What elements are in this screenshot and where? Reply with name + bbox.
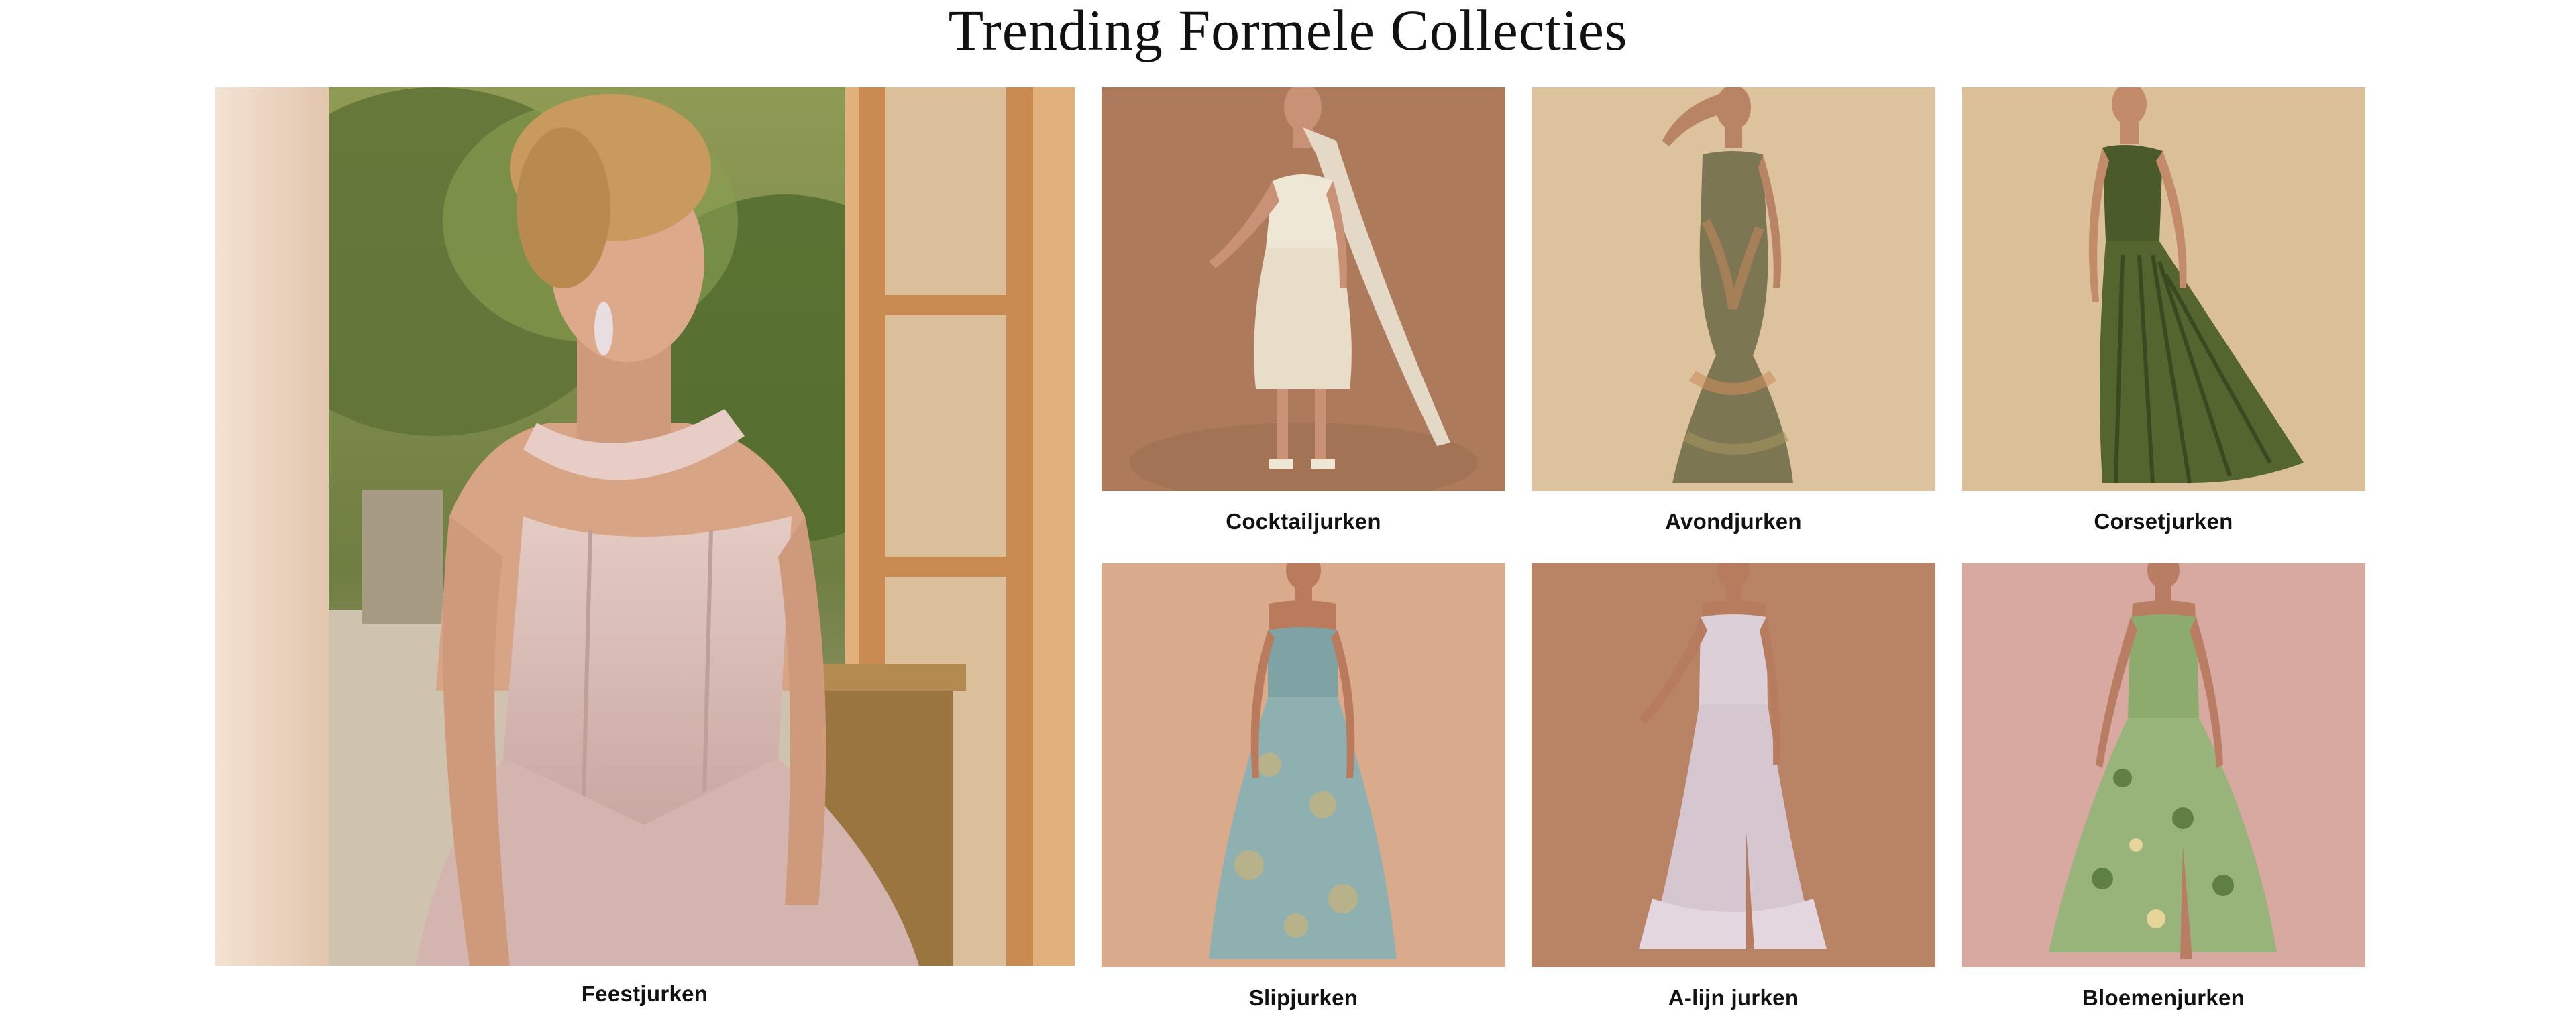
collection-card-a-lijn-jurken[interactable]: A-lijn jurken <box>1532 563 1935 1010</box>
photo-evening-dress-model <box>1532 87 1935 491</box>
photo-corset-dress-model <box>1962 87 2365 491</box>
collection-label-feestjurken[interactable]: Feestjurken <box>215 980 1075 1007</box>
collection-label-corsetjurken[interactable]: Corsetjurken <box>1962 508 2365 535</box>
photo-slip-dress-model <box>1102 563 1505 967</box>
collection-card-corsetjurken[interactable]: Corsetjurken <box>1962 87 2365 535</box>
collection-label-a-lijn-jurken[interactable]: A-lijn jurken <box>1532 985 1935 1010</box>
collection-image-corsetjurken[interactable] <box>1962 87 2365 491</box>
collection-card-bloemenjurken[interactable]: Bloemenjurken <box>1962 563 2365 1010</box>
collection-label-bloemenjurken[interactable]: Bloemenjurken <box>1962 985 2365 1010</box>
collection-card-cocktailjurken[interactable]: Cocktailjurken <box>1102 87 1505 535</box>
photo-a-line-dress-model <box>1532 563 1935 967</box>
collection-image-bloemenjurken[interactable] <box>1962 563 2365 967</box>
collection-label-avondjurken[interactable]: Avondjurken <box>1532 508 1935 535</box>
collection-image-slipjurken[interactable] <box>1102 563 1505 967</box>
collection-card-slipjurken[interactable]: Slipjurken <box>1102 563 1505 1010</box>
collection-image-feestjurken[interactable] <box>215 87 1075 966</box>
collection-image-avondjurken[interactable] <box>1532 87 1935 491</box>
photo-party-dress-model <box>215 87 1075 966</box>
collection-card-avondjurken[interactable]: Avondjurken <box>1532 87 1935 535</box>
photo-cocktail-dress-model <box>1102 87 1505 491</box>
photo-floral-dress-model <box>1962 563 2365 967</box>
collection-label-slipjurken[interactable]: Slipjurken <box>1102 985 1505 1010</box>
collection-label-cocktailjurken[interactable]: Cocktailjurken <box>1102 508 1505 535</box>
trending-collections-section: Trending Formele Collecties Feestjurken … <box>0 0 2576 1010</box>
section-title: Trending Formele Collecties <box>948 0 1628 62</box>
collection-image-a-lijn-jurken[interactable] <box>1532 563 1935 967</box>
collection-image-cocktailjurken[interactable] <box>1102 87 1505 491</box>
collection-card-feestjurken[interactable]: Feestjurken <box>215 87 1075 1007</box>
